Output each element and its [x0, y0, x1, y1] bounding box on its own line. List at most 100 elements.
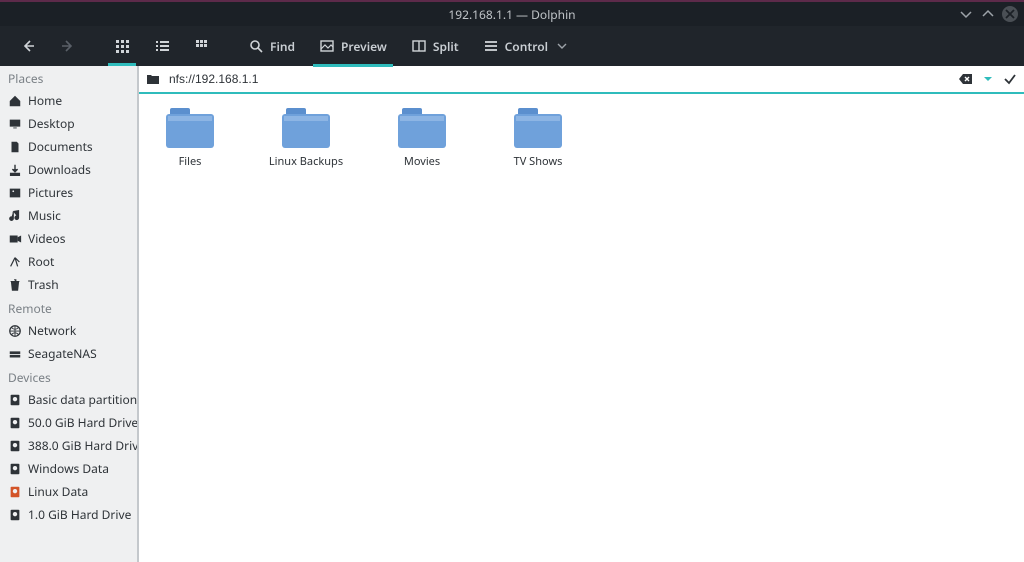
sidebar-item-label: Downloads — [28, 161, 91, 178]
sidebar-item-pictures[interactable]: Pictures — [0, 181, 137, 204]
control-label: Control — [505, 38, 548, 55]
folder-icon — [166, 108, 214, 148]
details-view-button[interactable] — [184, 32, 220, 60]
sidebar-item-label: 388.0 GiB Hard Drive — [28, 437, 138, 454]
sidebar-item-label: Trash — [28, 276, 59, 293]
sidebar-item-label: Home — [28, 92, 62, 109]
root-icon — [8, 255, 22, 269]
location-input[interactable] — [167, 70, 952, 88]
find-button[interactable]: Find — [238, 32, 305, 61]
window-titlebar: 192.168.1.1 — Dolphin — [0, 0, 1024, 26]
file-view[interactable]: Files Linux Backups Movies TV Shows — [139, 94, 1024, 562]
sidebar-item-documents[interactable]: Documents — [0, 135, 137, 158]
clear-icon[interactable] — [958, 71, 974, 87]
split-button[interactable]: Split — [401, 32, 469, 61]
arrow-left-icon — [20, 38, 36, 54]
network-icon — [8, 324, 22, 338]
sidebar-item-label: 50.0 GiB Hard Drive — [28, 414, 138, 431]
sidebar-item-home[interactable]: Home — [0, 89, 137, 112]
sidebar-item-label: Music — [28, 207, 61, 224]
hamburger-icon — [483, 38, 499, 54]
sidebar-item-label: Windows Data — [28, 460, 109, 477]
preview-label: Preview — [341, 38, 387, 55]
sidebar-item-music[interactable]: Music — [0, 204, 137, 227]
back-button[interactable] — [10, 32, 46, 60]
sidebar-section-header: Remote — [0, 296, 137, 319]
sidebar-item-network[interactable]: Network — [0, 319, 137, 342]
icons-view-button[interactable] — [104, 32, 140, 60]
sidebar-item-label: Videos — [28, 230, 65, 247]
folder-icon — [282, 108, 330, 148]
minimize-button[interactable] — [958, 6, 974, 22]
places-panel[interactable]: Places Home Desktop Documents Downloads Pictu… — [0, 66, 138, 562]
sidebar-item-linux-data[interactable]: Linux Data — [0, 480, 137, 503]
nas-icon — [8, 347, 22, 361]
folder-item[interactable]: Movies — [387, 108, 457, 169]
sidebar-item-388-0-gib-hard-drive[interactable]: 388.0 GiB Hard Drive — [0, 434, 137, 457]
folder-item[interactable]: Files — [155, 108, 225, 169]
disk-icon — [8, 416, 22, 430]
disk-linux-icon — [8, 485, 22, 499]
dropdown-icon[interactable] — [980, 71, 996, 87]
sidebar-item-label: Network — [28, 322, 76, 339]
sidebar-item-root[interactable]: Root — [0, 250, 137, 273]
folder-icon — [514, 108, 562, 148]
sidebar-section-header: Devices — [0, 365, 137, 388]
details-icon — [194, 38, 210, 54]
folder-item[interactable]: Linux Backups — [271, 108, 341, 169]
music-icon — [8, 209, 22, 223]
forward-button[interactable] — [50, 32, 86, 60]
sidebar-item-videos[interactable]: Videos — [0, 227, 137, 250]
grid-icon — [114, 38, 130, 54]
folder-name: TV Shows — [514, 154, 563, 169]
downloads-icon — [8, 163, 22, 177]
content-pane: Files Linux Backups Movies TV Shows — [138, 66, 1024, 562]
folder-name: Movies — [404, 154, 440, 169]
disk-icon — [8, 508, 22, 522]
location-bar — [139, 66, 1024, 94]
videos-icon — [8, 232, 22, 246]
find-label: Find — [270, 38, 295, 55]
disk-icon — [8, 439, 22, 453]
split-label: Split — [433, 38, 459, 55]
sidebar-item-label: Root — [28, 253, 54, 270]
sidebar-item-desktop[interactable]: Desktop — [0, 112, 137, 135]
folder-name: Linux Backups — [269, 154, 343, 169]
sidebar-item-seagatenas[interactable]: SeagateNAS — [0, 342, 137, 365]
disk-icon — [8, 393, 22, 407]
sidebar-item-downloads[interactable]: Downloads — [0, 158, 137, 181]
preview-button[interactable]: Preview — [309, 32, 397, 61]
sidebar-item-label: 1.0 GiB Hard Drive — [28, 506, 131, 523]
compact-view-button[interactable] — [144, 32, 180, 60]
chevron-down-icon — [554, 38, 570, 54]
sidebar-item-label: SeagateNAS — [28, 345, 97, 362]
desktop-icon — [8, 117, 22, 131]
folder-icon — [398, 108, 446, 148]
maximize-button[interactable] — [980, 6, 996, 22]
close-button[interactable] — [1002, 6, 1018, 22]
disk-icon — [8, 462, 22, 476]
window-title: 192.168.1.1 — Dolphin — [448, 6, 575, 23]
sidebar-item-basic-data-partition[interactable]: Basic data partition — [0, 388, 137, 411]
sidebar-item-label: Desktop — [28, 115, 75, 132]
sidebar-item-label: Documents — [28, 138, 93, 155]
documents-icon — [8, 140, 22, 154]
sidebar-item-windows-data[interactable]: Windows Data — [0, 457, 137, 480]
home-icon — [8, 94, 22, 108]
main-area: Places Home Desktop Documents Downloads Pictu… — [0, 66, 1024, 562]
folder-name: Files — [179, 154, 202, 169]
sidebar-section-header: Places — [0, 66, 137, 89]
sidebar-item-label: Linux Data — [28, 483, 88, 500]
split-icon — [411, 38, 427, 54]
sidebar-item-50-0-gib-hard-drive[interactable]: 50.0 GiB Hard Drive — [0, 411, 137, 434]
location-actions — [958, 71, 1018, 87]
sidebar-item-1-0-gib-hard-drive[interactable]: 1.0 GiB Hard Drive — [0, 503, 137, 526]
sidebar-item-trash[interactable]: Trash — [0, 273, 137, 296]
list-icon — [154, 38, 170, 54]
control-menu-button[interactable]: Control — [473, 32, 580, 61]
main-toolbar: Find Preview Split Control — [0, 26, 1024, 66]
arrow-right-icon — [60, 38, 76, 54]
go-icon[interactable] — [1002, 71, 1018, 87]
image-icon — [319, 38, 335, 54]
folder-item[interactable]: TV Shows — [503, 108, 573, 169]
